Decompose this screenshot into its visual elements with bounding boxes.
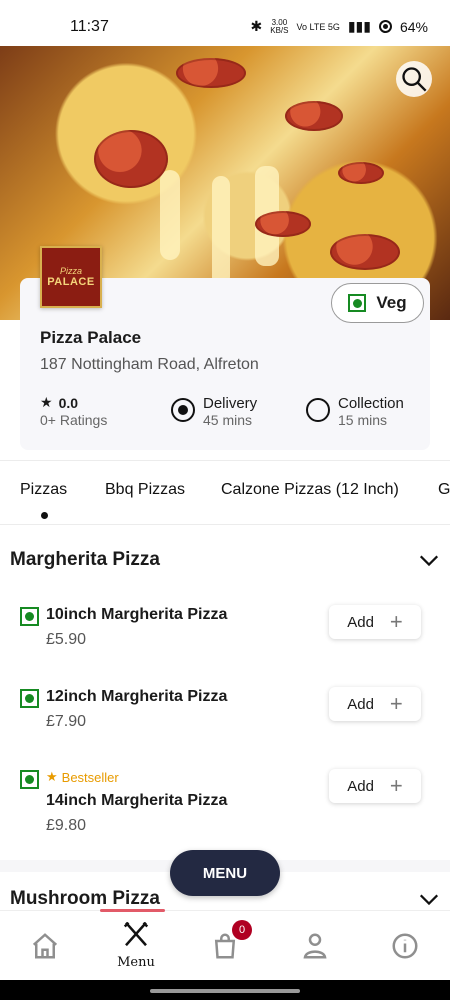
fork-knife-icon — [123, 921, 149, 947]
store-address: 187 Nottingham Road, Alfreton — [40, 356, 259, 373]
active-tab-indicator — [41, 512, 48, 519]
battery-icon — [378, 20, 392, 33]
collection-label: Collection — [338, 395, 404, 412]
tab-more[interactable]: G — [438, 481, 450, 499]
pepperoni-slice — [285, 101, 343, 131]
logo-large-text: PALACE — [47, 276, 95, 288]
chevron-down-icon[interactable] — [418, 888, 440, 910]
delivery-radio[interactable] — [171, 398, 195, 422]
nav-home[interactable] — [25, 931, 65, 966]
divider — [0, 524, 450, 525]
delivery-option[interactable]: Delivery 45 mins — [171, 396, 257, 428]
veg-indicator — [20, 607, 39, 626]
veg-filter-button[interactable]: Veg — [331, 283, 424, 323]
network-speed: 3.00 KB/S — [270, 17, 289, 35]
store-rating: ★ 0.0 0+ Ratings — [40, 394, 107, 428]
star-icon: ★ — [40, 394, 53, 410]
pepperoni-slice — [176, 58, 246, 88]
status-icons: ✱ 3.00 KB/S Vo LTE 5G ▮▮▮ 64% — [251, 18, 428, 35]
signal-icon: ▮▮▮ — [347, 18, 371, 34]
category-tabs: Pizzas Bbq Pizzas Calzone Pizzas (12 Inc… — [0, 481, 450, 501]
gesture-area — [0, 980, 450, 1000]
collection-option[interactable]: Collection 15 mins — [306, 396, 404, 428]
section-title-margherita: Margherita Pizza — [10, 549, 160, 570]
add-label: Add — [347, 613, 374, 631]
home-icon — [32, 933, 58, 959]
collection-time: 15 mins — [338, 412, 388, 428]
nav-profile[interactable] — [295, 931, 335, 966]
search-button[interactable] — [396, 61, 432, 97]
item-price: £5.90 — [46, 631, 87, 648]
tab-pizzas[interactable]: Pizzas — [20, 481, 67, 499]
plus-icon: + — [389, 691, 403, 716]
add-button[interactable]: Add + — [329, 687, 421, 721]
bestseller-badge: ★ Bestseller — [46, 769, 119, 785]
nav-info[interactable] — [385, 931, 425, 966]
add-button[interactable]: Add + — [329, 769, 421, 803]
pepperoni-slice — [338, 162, 384, 184]
pepperoni-slice — [255, 211, 311, 237]
veg-icon — [348, 294, 367, 312]
add-label: Add — [347, 777, 374, 795]
battery-percent: 64% — [399, 18, 428, 35]
rating-count: 0+ Ratings — [40, 412, 108, 428]
plus-icon: + — [389, 773, 403, 798]
add-label: Add — [347, 695, 374, 713]
section-underline — [100, 909, 165, 912]
delivery-label: Delivery — [203, 395, 258, 412]
veg-indicator — [20, 689, 39, 708]
divider — [0, 460, 450, 461]
store-logo: Pizza PALACE — [40, 246, 102, 308]
collection-radio[interactable] — [306, 398, 330, 422]
info-icon — [392, 933, 418, 959]
item-price: £7.90 — [46, 713, 87, 730]
nav-menu-label: Menu — [117, 955, 155, 970]
section-title-mushroom: Mushroom Pizza — [10, 888, 160, 909]
cheese-strand — [160, 170, 180, 260]
cheese-strand — [212, 176, 230, 286]
item-name: 12inch Margherita Pizza — [46, 688, 228, 705]
item-name: 10inch Margherita Pizza — [46, 606, 228, 623]
gesture-handle[interactable] — [150, 989, 300, 993]
bottom-navigation: Menu — [0, 910, 450, 980]
chevron-down-icon[interactable] — [418, 549, 440, 571]
status-bar: 11:37 ✱ 3.00 KB/S Vo LTE 5G ▮▮▮ 64% — [0, 0, 450, 46]
tab-calzone-pizzas[interactable]: Calzone Pizzas (12 Inch) — [221, 481, 399, 499]
pepperoni-slice — [330, 234, 400, 270]
delivery-time: 45 mins — [203, 412, 253, 428]
profile-icon — [303, 933, 327, 959]
tab-bbq-pizzas[interactable]: Bbq Pizzas — [105, 481, 185, 499]
nav-menu[interactable]: Menu — [115, 919, 157, 970]
item-price: £9.80 — [46, 817, 87, 834]
network-label: Vo LTE 5G — [296, 21, 340, 32]
bluetooth-icon: ✱ — [250, 18, 263, 34]
veg-indicator — [20, 770, 39, 789]
pepperoni-slice — [94, 130, 168, 188]
cart-count-badge: 0 — [232, 920, 252, 940]
search-icon — [402, 67, 427, 92]
add-button[interactable]: Add + — [329, 605, 421, 639]
bestseller-star-icon: ★ — [46, 769, 58, 784]
rating-value: 0.0 — [58, 394, 79, 411]
menu-button[interactable]: MENU — [170, 850, 280, 896]
status-time: 11:37 — [70, 18, 109, 35]
plus-icon: + — [389, 609, 403, 634]
veg-label: Veg — [376, 293, 407, 312]
store-name: Pizza Palace — [40, 328, 142, 347]
logo-small-text: Pizza — [59, 266, 82, 276]
bestseller-label: Bestseller — [61, 769, 119, 785]
item-name: 14inch Margherita Pizza — [46, 792, 228, 809]
